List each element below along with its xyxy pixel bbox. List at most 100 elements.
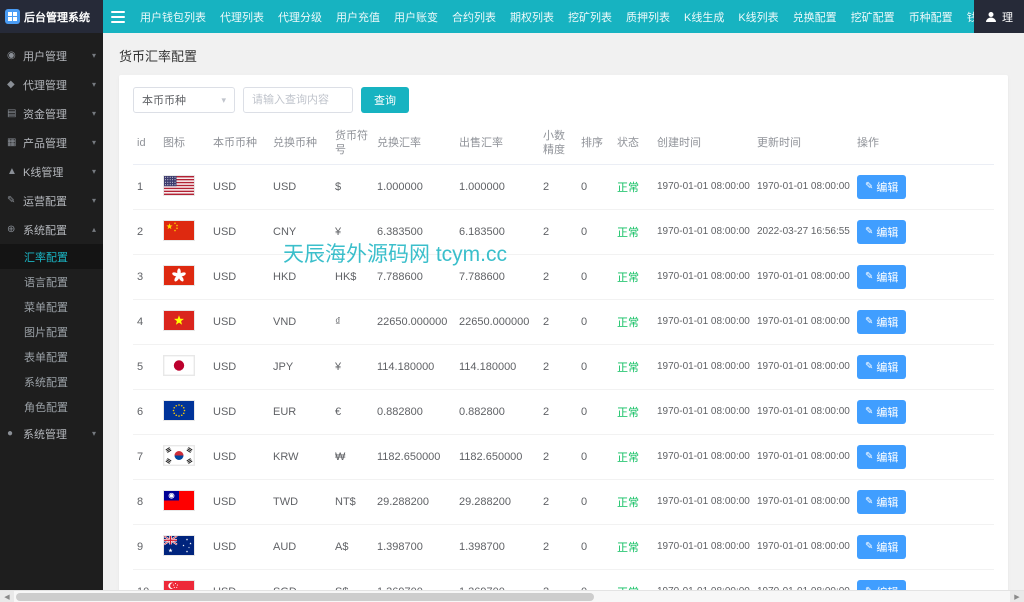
edit-button[interactable]: ✎编辑: [857, 219, 907, 244]
scroll-thumb[interactable]: [16, 593, 594, 601]
tab-挖矿列表[interactable]: 挖矿列表: [561, 0, 619, 33]
cell-status: 正常: [613, 569, 653, 590]
tab-挖矿配置[interactable]: 挖矿配置: [844, 0, 902, 33]
edit-button-label: 编辑: [876, 584, 898, 591]
cell-actions: ✎编辑: [853, 434, 994, 480]
user-menu-button[interactable]: 理: [974, 0, 1024, 33]
cell-status: 正常: [613, 524, 653, 570]
table-row: 1 USD USD $1.000000 1.000000 2 0 正常 1970-01-01 0…: [133, 164, 994, 210]
sidebar-item-运营配置[interactable]: ✎ 运营配置 ▾: [0, 186, 103, 215]
logo-text: 后台管理系统: [24, 11, 90, 24]
search-button[interactable]: 查询: [361, 87, 409, 113]
sidebar-item-资金管理[interactable]: ▤ 资金管理 ▾: [0, 99, 103, 128]
edit-button[interactable]: ✎编辑: [857, 534, 907, 559]
sidebar-subitem-图片配置[interactable]: 图片配置: [0, 319, 103, 344]
edit-button-label: 编辑: [876, 181, 899, 194]
tab-代理列表[interactable]: 代理列表: [213, 0, 271, 33]
tab-代理分级[interactable]: 代理分级: [271, 0, 329, 33]
sidebar-toggle-button[interactable]: [103, 0, 133, 33]
tab-兑换配置[interactable]: 兑换配置: [786, 0, 844, 33]
cell-status: 正常: [613, 479, 653, 525]
sidebar-item-产品管理[interactable]: ▦ 产品管理 ▾: [0, 128, 103, 157]
edit-button[interactable]: ✎编辑: [857, 579, 907, 591]
cell-base-currency: USD: [209, 299, 269, 345]
chevron-down-icon: ▾: [221, 94, 226, 105]
sidebar-item-系统配置[interactable]: ⊕ 系统配置 ▴: [0, 215, 103, 244]
cell-sort: 0: [577, 254, 613, 300]
sidebar-item-label: 系统配置: [23, 224, 67, 237]
search-input[interactable]: [243, 87, 353, 113]
tab-label: 挖矿列表: [568, 11, 612, 24]
cell-actions: ✎编辑: [853, 479, 994, 525]
tab-用户钱包列表[interactable]: 用户钱包列表: [133, 0, 213, 33]
tab-用户充值[interactable]: 用户充值: [329, 0, 387, 33]
tab-label: 合约列表: [452, 11, 496, 24]
edit-button[interactable]: ✎编辑: [857, 174, 907, 199]
cell-updated-time: 1970-01-01 08:00:00: [753, 254, 853, 300]
edit-button[interactable]: ✎编辑: [857, 444, 907, 469]
cell-quote-currency: SGD: [269, 569, 331, 590]
sidebar-subitem-菜单配置[interactable]: 菜单配置: [0, 294, 103, 319]
config-icon: ⊕: [7, 224, 16, 235]
scroll-left-arrow[interactable]: ◀: [0, 590, 14, 602]
edit-button[interactable]: ✎编辑: [857, 309, 907, 334]
edit-button[interactable]: ✎编辑: [857, 354, 907, 379]
col-header-图标: 图标: [159, 124, 209, 165]
sidebar-subitem-表单配置[interactable]: 表单配置: [0, 344, 103, 369]
cell-exchange-rate: 0.882800: [373, 389, 455, 435]
cell-updated-time: 1970-01-01 08:00:00: [753, 344, 853, 390]
cell-sell-rate: 22650.000000: [455, 299, 539, 345]
pencil-icon: ✎: [865, 586, 873, 590]
col-header-本币币种: 本币币种: [209, 124, 269, 165]
tab-钱包配置[interactable]: 钱包配置: [960, 0, 974, 33]
edit-button[interactable]: ✎编辑: [857, 399, 907, 424]
tab-期权列表[interactable]: 期权列表: [503, 0, 561, 33]
edit-button[interactable]: ✎编辑: [857, 489, 907, 514]
sidebar-item-代理管理[interactable]: ◆ 代理管理 ▾: [0, 70, 103, 99]
sidebar-item-用户管理[interactable]: ◉ 用户管理 ▾: [0, 41, 103, 70]
content-area: 货币汇率配置 本币币种 ▾ 查询 id图标本币币种兑换币种货币符号兑换汇率出售汇…: [103, 33, 1024, 590]
scroll-track[interactable]: [14, 591, 1010, 602]
cell-symbol: NT$: [331, 479, 373, 525]
sidebar-subitem-角色配置[interactable]: 角色配置: [0, 394, 103, 419]
cell-quote-currency: TWD: [269, 479, 331, 525]
cell-decimals: 2: [539, 434, 577, 480]
cell-flag: [159, 434, 209, 480]
cell-sort: 0: [577, 299, 613, 345]
tab-币种配置[interactable]: 币种配置: [902, 0, 960, 33]
sidebar-subitem-系统配置[interactable]: 系统配置: [0, 369, 103, 394]
cell-symbol: ₫: [331, 299, 373, 345]
cell-sell-rate: 0.882800: [455, 389, 539, 435]
table-row: 2 USD CNY ¥6.383500 6.183500 2 0 正常 1970-01-01 0…: [133, 209, 994, 255]
cell-exchange-rate: 1.369700: [373, 569, 455, 590]
tab-质押列表[interactable]: 质押列表: [619, 0, 677, 33]
col-header-排序: 排序: [577, 124, 613, 165]
edit-button-label: 编辑: [876, 451, 899, 464]
currency-type-select[interactable]: 本币币种 ▾: [133, 87, 235, 113]
sidebar-subitem-汇率配置[interactable]: 汇率配置: [0, 244, 103, 269]
tab-K线生成[interactable]: K线生成: [677, 0, 731, 33]
horizontal-scrollbar[interactable]: ◀ ▶: [0, 590, 1024, 602]
sidebar-subitem-语言配置[interactable]: 语言配置: [0, 269, 103, 294]
edit-button[interactable]: ✎编辑: [857, 264, 907, 289]
table-row: 5 USD JPY ¥114.180000 114.180000 2 0 正常 1970-01-…: [133, 344, 994, 390]
app-logo[interactable]: 后台管理系统: [0, 0, 103, 33]
pencil-icon: ✎: [865, 361, 874, 372]
cell-sell-rate: 1.398700: [455, 524, 539, 570]
tab-合约列表[interactable]: 合约列表: [445, 0, 503, 33]
scroll-right-arrow[interactable]: ▶: [1010, 590, 1024, 602]
sidebar-item-系统管理[interactable]: ● 系统管理 ▾: [0, 419, 103, 448]
flag-image-sg: [163, 580, 195, 590]
pencil-icon: ✎: [865, 451, 874, 462]
tab-K线列表[interactable]: K线列表: [731, 0, 785, 33]
tab-label: 用户充值: [336, 11, 380, 24]
tab-用户账变[interactable]: 用户账变: [387, 0, 445, 33]
cell-flag: [159, 209, 209, 255]
sidebar-item-label: 代理管理: [23, 79, 67, 92]
tab-label: 兑换配置: [792, 11, 837, 24]
main-wrapper: 后台管理系统 ◉ 用户管理 ▾ ◆ 代理管理 ▾ ▤ 资金管理 ▾ ▦ 产品管理 ▾ ▲ K线管理 ▾ ✎ 运营…: [0, 0, 1024, 590]
status-badge: 正常: [617, 226, 639, 239]
cell-actions: ✎编辑: [853, 209, 994, 255]
sidebar-item-K线管理[interactable]: ▲ K线管理 ▾: [0, 157, 103, 186]
status-badge: 正常: [617, 181, 639, 194]
